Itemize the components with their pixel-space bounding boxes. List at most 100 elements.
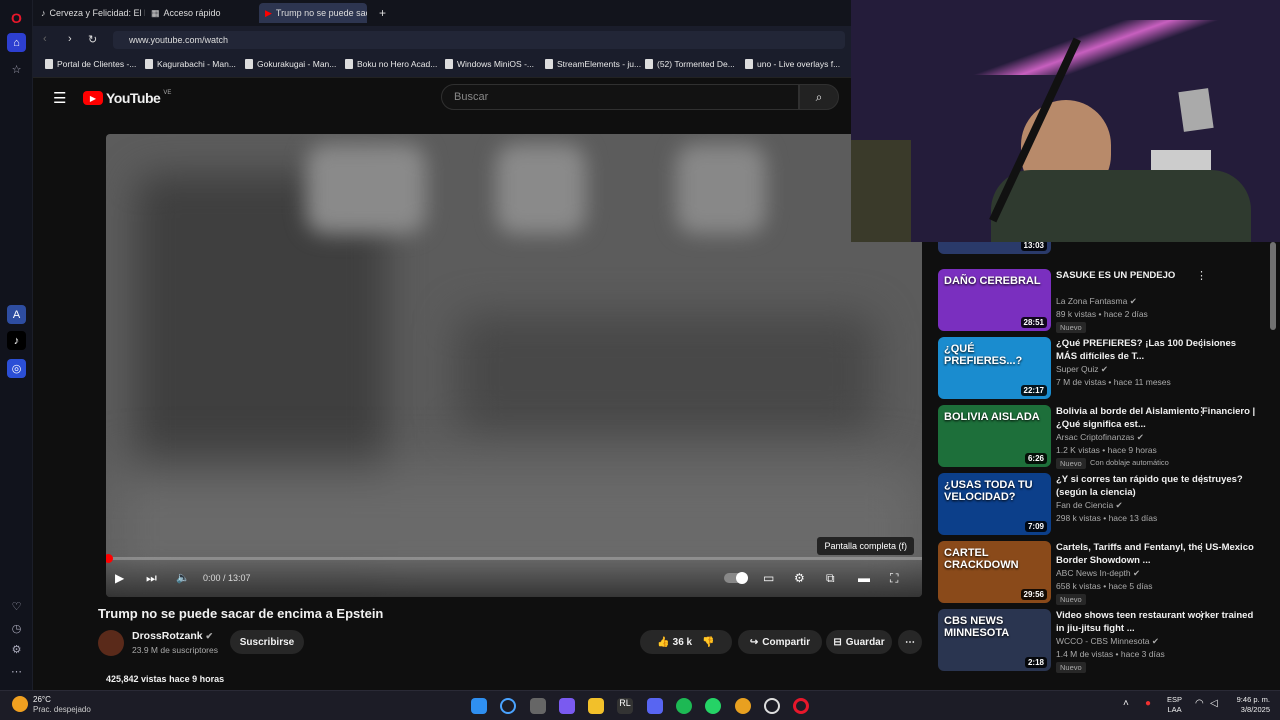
app-store-icon[interactable]: A: [7, 305, 26, 324]
chrome-icon[interactable]: [735, 698, 751, 714]
dislike-button[interactable]: 👎: [702, 637, 714, 648]
video-thumbnail[interactable]: CARTEL CRACKDOWN 29:56: [938, 541, 1051, 603]
language-indicator[interactable]: ESP LAA: [1167, 695, 1182, 715]
recommendation-channel[interactable]: Super Quiz ✔: [1056, 364, 1108, 375]
tab-2[interactable]: ▶ Trump no se puede sacar: [259, 3, 367, 23]
gear-icon[interactable]: ⚙: [794, 571, 805, 585]
more-vert-icon[interactable]: ⋮: [1196, 541, 1207, 554]
recommendation-channel[interactable]: WCCO - CBS Minnesota ✔: [1056, 636, 1159, 647]
instagram-icon[interactable]: ◎: [7, 359, 26, 378]
copilot-icon[interactable]: [559, 698, 575, 714]
mic-icon[interactable]: ●: [1145, 698, 1151, 709]
progress-bar[interactable]: [106, 557, 922, 560]
play-icon[interactable]: ▶: [115, 571, 124, 585]
settings-icon[interactable]: ⚙: [7, 640, 26, 659]
wifi-icon[interactable]: ◠: [1195, 698, 1204, 709]
video-thumbnail[interactable]: CBS NEWS MINNESOTA 2:18: [938, 609, 1051, 671]
url-field[interactable]: www.youtube.com/watch: [113, 31, 845, 49]
subscribe-button[interactable]: Suscribirse: [230, 630, 304, 654]
speaker-icon[interactable]: ◁: [1210, 698, 1218, 709]
bookmark-item[interactable]: Gokurakugai - Man...: [245, 59, 336, 69]
bookmark-item[interactable]: uno - Live overlays f...: [745, 59, 840, 69]
scrubber-handle[interactable]: [106, 554, 113, 563]
channel-avatar[interactable]: [98, 630, 124, 656]
menu-icon[interactable]: ☰: [53, 89, 66, 107]
recommendation-item[interactable]: CBS NEWS MINNESOTA 2:18 Video shows teen r…: [938, 609, 1268, 673]
search-input[interactable]: Buscar: [441, 84, 799, 110]
weather-widget[interactable]: 26°C Prac. despejado: [33, 695, 91, 715]
more-vert-icon[interactable]: ⋮: [1196, 609, 1207, 622]
video-player[interactable]: Pantalla completa (f) ▶ ⏭ 🔈 0:00 / 13:07…: [106, 134, 922, 597]
bookmark-item[interactable]: StreamElements - ju...: [545, 59, 641, 69]
bookmark-item[interactable]: (52) Tormented De...: [645, 59, 735, 69]
autoplay-toggle[interactable]: [724, 572, 748, 584]
more-vert-icon[interactable]: ⋮: [1196, 473, 1207, 486]
video-thumbnail[interactable]: BOLIVIA AISLADA 6:26: [938, 405, 1051, 467]
scrollbar[interactable]: [1270, 242, 1276, 330]
like-button[interactable]: 👍 36 k: [657, 637, 692, 648]
more-vert-icon[interactable]: ⋮: [1196, 269, 1207, 282]
video-thumbnail[interactable]: DAÑO CEREBRAL 28:51: [938, 269, 1051, 331]
recommendation-title[interactable]: Cartels, Tariffs and Fentanyl, the US-Me…: [1056, 541, 1256, 567]
recommendation-item[interactable]: ¿QUÉ PREFIERES...? 22:17 ¿Qué PREFIERES? ¡…: [938, 337, 1268, 401]
recommendation-title[interactable]: SASUKE ES UN PENDEJO: [1056, 269, 1256, 282]
bookmark-item[interactable]: Boku no Hero Acad...: [345, 59, 437, 69]
spotify-icon[interactable]: [676, 698, 692, 714]
home-icon[interactable]: ⌂: [7, 33, 26, 52]
subtitles-icon[interactable]: ▭: [763, 571, 774, 585]
more-vert-icon[interactable]: ⋮: [1196, 405, 1207, 418]
recommendation-channel[interactable]: Arsac Criptofinanzas ✔: [1056, 432, 1144, 443]
tab-0[interactable]: ♪ Cerveza y Felicidad: El Imp: [35, 3, 145, 23]
video-thumbnail[interactable]: ¿QUÉ PREFIERES...? 22:17: [938, 337, 1051, 399]
bookmark-item[interactable]: Kagurabachi - Man...: [145, 59, 236, 69]
opera-logo-icon[interactable]: O: [7, 8, 26, 27]
video-thumbnail[interactable]: ¿USAS TODA TU VELOCIDAD? 7:09: [938, 473, 1051, 535]
forward-icon[interactable]: ›: [68, 33, 72, 45]
youtube-logo[interactable]: ▶ YouTube VE: [83, 90, 171, 106]
search-taskbar-icon[interactable]: [500, 698, 516, 714]
search-button[interactable]: ⌕: [799, 84, 839, 110]
share-button[interactable]: ↪ Compartir: [738, 630, 822, 654]
theater-mode-icon[interactable]: ▬: [858, 571, 870, 585]
save-button[interactable]: ⊟ Guardar: [826, 630, 892, 654]
whatsapp-icon[interactable]: [705, 698, 721, 714]
miniplayer-icon[interactable]: ⧉: [826, 571, 835, 586]
clock[interactable]: 9:46 p. m. 3/8/2025: [1228, 695, 1270, 715]
opera-taskbar-icon[interactable]: [793, 698, 809, 714]
windows-start-icon[interactable]: [471, 698, 487, 714]
reload-icon[interactable]: ↻: [88, 33, 97, 46]
volume-icon[interactable]: 🔈: [176, 571, 190, 584]
tab-1[interactable]: ▦ Acceso rápido: [145, 3, 255, 23]
recommendation-title[interactable]: Video shows teen restaurant worker train…: [1056, 609, 1256, 635]
channel-name[interactable]: DrossRotzank ✔: [132, 630, 213, 642]
more-icon[interactable]: ⋯: [7, 662, 26, 681]
app-icon[interactable]: RL: [617, 698, 633, 714]
recommendation-item[interactable]: DAÑO CEREBRAL 28:51 SASUKE ES UN PENDEJO ⋮ L…: [938, 269, 1268, 333]
task-view-icon[interactable]: [530, 698, 546, 714]
history-icon[interactable]: ◷: [7, 619, 26, 638]
obs-icon[interactable]: [764, 698, 780, 714]
new-tab-button[interactable]: +: [373, 3, 393, 23]
back-icon[interactable]: ‹: [43, 33, 47, 45]
recommendation-item[interactable]: CARTEL CRACKDOWN 29:56 Cartels, Tariffs an…: [938, 541, 1268, 605]
star-icon[interactable]: ☆: [7, 60, 26, 79]
more-vert-icon[interactable]: ⋮: [1196, 337, 1207, 350]
heart-icon[interactable]: ♡: [7, 597, 26, 616]
video-thumbnail[interactable]: 13:03: [938, 242, 1051, 254]
recommendation-channel[interactable]: ABC News In-depth ✔: [1056, 568, 1140, 579]
chevron-up-icon[interactable]: ˄: [1123, 698, 1129, 709]
recommendation-item[interactable]: BOLIVIA AISLADA 6:26 Bolivia al borde del …: [938, 405, 1268, 469]
next-icon[interactable]: ⏭: [146, 571, 157, 586]
discord-icon[interactable]: [647, 698, 663, 714]
more-actions-button[interactable]: ⋯: [898, 630, 922, 654]
folder-icon[interactable]: [588, 698, 604, 714]
recommendation-item[interactable]: 13:031.3 M de vistas • hace 13 días: [938, 242, 1268, 256]
recommendation-title[interactable]: ¿Qué PREFIERES? ¡Las 100 Decisiones MÁS …: [1056, 337, 1256, 363]
tiktok-icon[interactable]: ♪: [7, 331, 26, 350]
recommendation-title[interactable]: Bolivia al borde del Aislamiento Financi…: [1056, 405, 1256, 431]
fullscreen-icon[interactable]: ⛶: [890, 571, 898, 586]
bookmark-item[interactable]: Windows MiniOS -...: [445, 59, 534, 69]
recommendation-title[interactable]: ¿Y si corres tan rápido que te destruyes…: [1056, 473, 1256, 499]
recommendation-channel[interactable]: La Zona Fantasma ✔: [1056, 296, 1137, 307]
bookmark-item[interactable]: Portal de Clientes -...: [45, 59, 136, 69]
